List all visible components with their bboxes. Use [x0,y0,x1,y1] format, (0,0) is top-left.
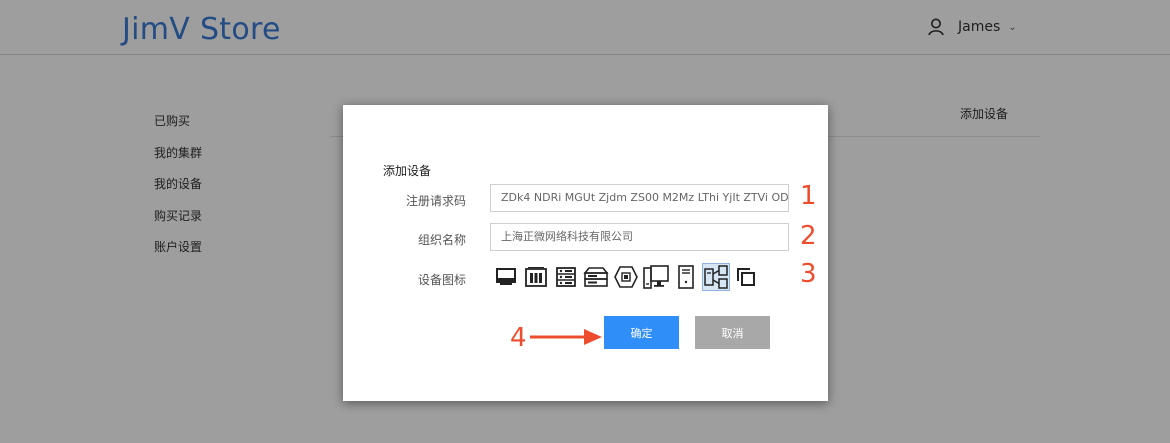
nas-icon[interactable] [522,263,550,291]
confirm-button[interactable]: 确定 [604,316,679,349]
tower-server-icon[interactable] [672,263,700,291]
annotation-step-2: 2 [800,221,817,251]
org-name-label: 组织名称 [417,233,466,247]
rack-server-icon[interactable] [552,263,580,291]
desktop-icon[interactable] [492,263,520,291]
device-icon-picker [492,263,762,291]
annotation-step-3: 3 [800,259,817,289]
annotation-step-1: 1 [800,181,817,211]
workstation-icon[interactable] [642,263,670,291]
reg-code-label: 注册请求码 [405,194,466,208]
network-cluster-icon[interactable] [702,263,730,291]
reg-code-field[interactable]: ZDk4 NDRi MGUt Zjdm ZS00 M2Mz LThi YjIt … [490,184,789,212]
dialog-title: 添加设备 [383,164,432,178]
chip-icon[interactable] [612,263,640,291]
copy-icon[interactable] [732,263,760,291]
device-icon-label: 设备图标 [417,273,466,287]
storage-icon[interactable] [582,263,610,291]
annotation-step-4: 4 [510,323,527,353]
cancel-button[interactable]: 取消 [695,316,770,349]
org-name-field[interactable]: 上海正微网络科技有限公司 [490,223,789,251]
annotation-arrow [530,329,602,345]
add-device-dialog: 添加设备 注册请求码 ZDk4 NDRi MGUt Zjdm ZS00 M2Mz… [343,105,828,401]
